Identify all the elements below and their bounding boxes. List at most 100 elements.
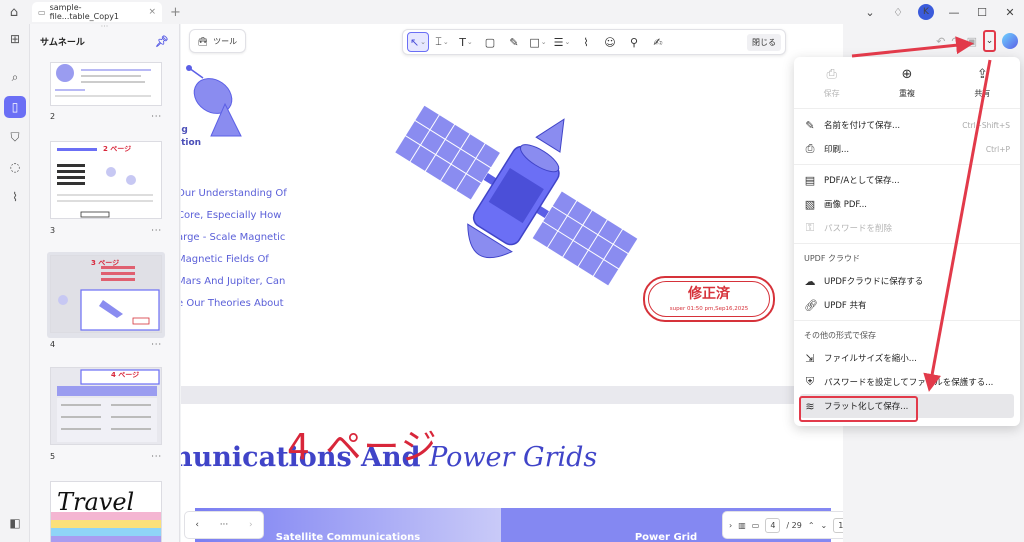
collapse-icon[interactable]: › — [729, 521, 732, 530]
menu-save-as[interactable]: ✎ 名前を付けて保存... Ctrl+Shift+S — [794, 113, 1020, 137]
current-page-input[interactable]: 4 — [765, 517, 781, 533]
text-tool-icon[interactable]: T ⌄ — [455, 32, 477, 52]
compress-icon: ⇲ — [805, 351, 815, 365]
prev-page-button[interactable]: ‹ — [195, 520, 199, 530]
page-heading-line: ng — [181, 125, 188, 135]
remove-password-icon: ⚿ — [805, 221, 815, 234]
expand-down-icon[interactable]: ⌄ — [856, 6, 884, 19]
share-icon: ⇪ — [976, 66, 988, 82]
attachment-icon[interactable]: ⌇ — [0, 182, 30, 212]
redo-icon[interactable]: ↷ — [951, 35, 960, 48]
menu-save-to-cloud[interactable]: ☁ UPDFクラウドに保存する — [794, 269, 1020, 293]
page-up-icon[interactable]: ⌃ — [808, 521, 815, 530]
new-tab-button[interactable]: + — [170, 5, 181, 20]
minimize-icon[interactable]: — — [940, 6, 968, 19]
close-toolbar-button[interactable]: 閉じる — [747, 33, 781, 51]
attach-tool-icon[interactable]: ⌇ — [575, 32, 597, 52]
thumbnail-more-icon[interactable]: ··· — [151, 226, 162, 235]
menu-share-button[interactable]: ⇪ 共有 — [945, 57, 1020, 108]
thumbnail-more-icon[interactable]: ··· — [151, 340, 162, 349]
menu-save-button[interactable]: ⎙ 保存 — [794, 57, 869, 108]
more-pages-button[interactable]: ··· — [220, 520, 229, 530]
save-as-icon: ✎ — [805, 118, 815, 132]
menu-remove-password[interactable]: ⚿ パスワードを削除 — [794, 216, 1020, 240]
thumbnail-more-icon[interactable]: ··· — [151, 452, 162, 461]
thumbnail-page-2[interactable] — [50, 62, 162, 106]
thumbnail-meta: 5 ··· — [50, 452, 162, 461]
tools-button-label: ツール — [213, 36, 238, 46]
thumbnail-page-6[interactable]: Travel — [50, 481, 162, 542]
satellite-illustration — [393, 104, 639, 287]
thumbnail-page-3[interactable]: 2 ページ — [50, 141, 162, 219]
thumbnail-meta: 4 ··· — [50, 340, 162, 349]
bookmark-icon[interactable]: ⛉ — [0, 122, 30, 152]
highlight-tool-icon[interactable]: ⌶ ⌄ — [431, 32, 453, 52]
pdfa-icon: ▤ — [804, 173, 816, 187]
stamp-tool-icon[interactable]: ⚲ — [623, 32, 645, 52]
menu-protect-with-password[interactable]: ⛨ パスワードを設定してファイルを保護する... — [794, 370, 1020, 394]
menu-print[interactable]: ⎙ 印刷... Ctrl+P — [794, 137, 1020, 161]
save-menu-chevron-icon[interactable]: ⌄ — [983, 30, 996, 52]
grid-view-icon[interactable]: ⊞ — [0, 24, 30, 54]
thumbnail-meta: 3 ··· — [50, 226, 162, 235]
thumbnails-icon[interactable]: ▯ — [0, 92, 30, 122]
bell-icon[interactable]: ♢ — [884, 6, 912, 19]
thumbnail-more-icon[interactable]: ··· — [151, 112, 162, 121]
body-text-line: Magnetic Fields Of — [181, 254, 269, 265]
window-close-icon[interactable]: ✕ — [996, 6, 1024, 19]
thumbnail-travel-title: Travel — [57, 488, 135, 516]
menu-reduce-size[interactable]: ⇲ ファイルサイズを縮小... — [794, 346, 1020, 370]
layers-icon[interactable]: ◧ — [0, 508, 30, 538]
shape-tool-icon[interactable]: □ ⌄ — [527, 32, 549, 52]
comment-toolbar: ↖ ⌄ ⌶ ⌄ T ⌄ ▢ ✎ □ ⌄ ☰ ⌄ ⌇ ☺ ⚲ ✍ 閉じる — [402, 29, 786, 55]
select-tool-icon[interactable]: ↖ ⌄ — [407, 32, 429, 52]
stamp-subtitle: super 01:50 pm,Sep16,2025 — [669, 306, 749, 312]
document-viewport[interactable]: ng ation Our Understanding Of Core, Espe… — [181, 24, 843, 542]
user-avatar[interactable]: K — [918, 4, 934, 20]
thumbnail-page-label: 3 ページ — [91, 259, 120, 267]
next-page-button[interactable]: › — [249, 520, 253, 530]
page-heading-line: ation — [181, 138, 202, 148]
page-down-icon[interactable]: ⌄ — [821, 521, 828, 530]
annotation-highlight-box — [799, 396, 918, 422]
print-icon: ⎙ — [805, 142, 815, 155]
menu-updf-share[interactable]: 🔗︎ UPDF 共有 — [794, 293, 1020, 317]
textbox-tool-icon[interactable]: ☰ ⌄ — [551, 32, 573, 52]
menu-section-cloud: UPDF クラウド — [804, 253, 860, 263]
signature-tool-icon[interactable]: ✍ — [647, 32, 669, 52]
ai-assistant-icon[interactable] — [1002, 33, 1018, 49]
sticker-tool-icon[interactable]: ☺ — [599, 32, 621, 52]
satellite-dish-illustration — [186, 65, 242, 137]
document-tab-title: sample-file...table_Copy1 — [49, 3, 120, 21]
document-tab[interactable]: ▭ sample-file...table_Copy1 × — [32, 2, 162, 22]
thumbnail-page-4[interactable]: 3 ページ — [50, 255, 162, 333]
thumbnail-page-label: 4 ページ — [111, 371, 140, 379]
undo-icon[interactable]: ↶ — [936, 35, 945, 48]
menu-duplicate-button[interactable]: ⊕ 重複 — [869, 57, 944, 108]
left-rail: ⊞ ⌕ ▯ ⛉ ◌ ⌇ ◧ — [0, 24, 30, 542]
page-layout-icon[interactable]: ▥ — [738, 521, 746, 530]
presentation-icon[interactable]: ▭ — [752, 521, 760, 530]
home-icon[interactable]: ⌂ — [0, 0, 28, 24]
body-text-line: Our Understanding Of — [181, 188, 287, 199]
page-nav: ‹ ··· › — [184, 511, 264, 539]
maximize-icon[interactable]: ☐ — [968, 6, 996, 19]
image-pdf-icon: ▧ — [804, 197, 816, 211]
close-tab-icon[interactable]: × — [148, 7, 156, 17]
comment-icon[interactable]: ◌ — [0, 152, 30, 182]
search-icon[interactable]: ⌕ — [0, 62, 30, 92]
tools-button[interactable]: 🧰︎ ツール — [189, 29, 247, 53]
menu-save-pdfa[interactable]: ▤ PDF/Aとして保存... — [794, 168, 1020, 192]
save-menu: ⎙ 保存 ⊕ 重複 ⇪ 共有 ✎ 名前を付けて保存... Ctrl+Shift+… — [794, 57, 1020, 426]
thumbnail-page-5[interactable]: 4 ページ — [50, 367, 162, 445]
thumbnail-meta: 2 ··· — [50, 112, 162, 121]
note-tool-icon[interactable]: ▢ — [479, 32, 501, 52]
menu-image-pdf[interactable]: ▧ 画像 PDF... — [794, 192, 1020, 216]
link-icon: 🔗︎ — [804, 298, 818, 312]
save-icon[interactable]: ▣ — [967, 35, 977, 48]
pin-icon[interactable]: 📌︎ — [155, 35, 169, 48]
pencil-tool-icon[interactable]: ✎ — [503, 32, 525, 52]
revised-stamp[interactable]: 修正済 super 01:50 pm,Sep16,2025 — [643, 276, 775, 322]
body-text-line: Mars And Jupiter, Can — [181, 276, 286, 287]
pdf-page-4: ng ation Our Understanding Of Core, Espe… — [181, 24, 843, 386]
